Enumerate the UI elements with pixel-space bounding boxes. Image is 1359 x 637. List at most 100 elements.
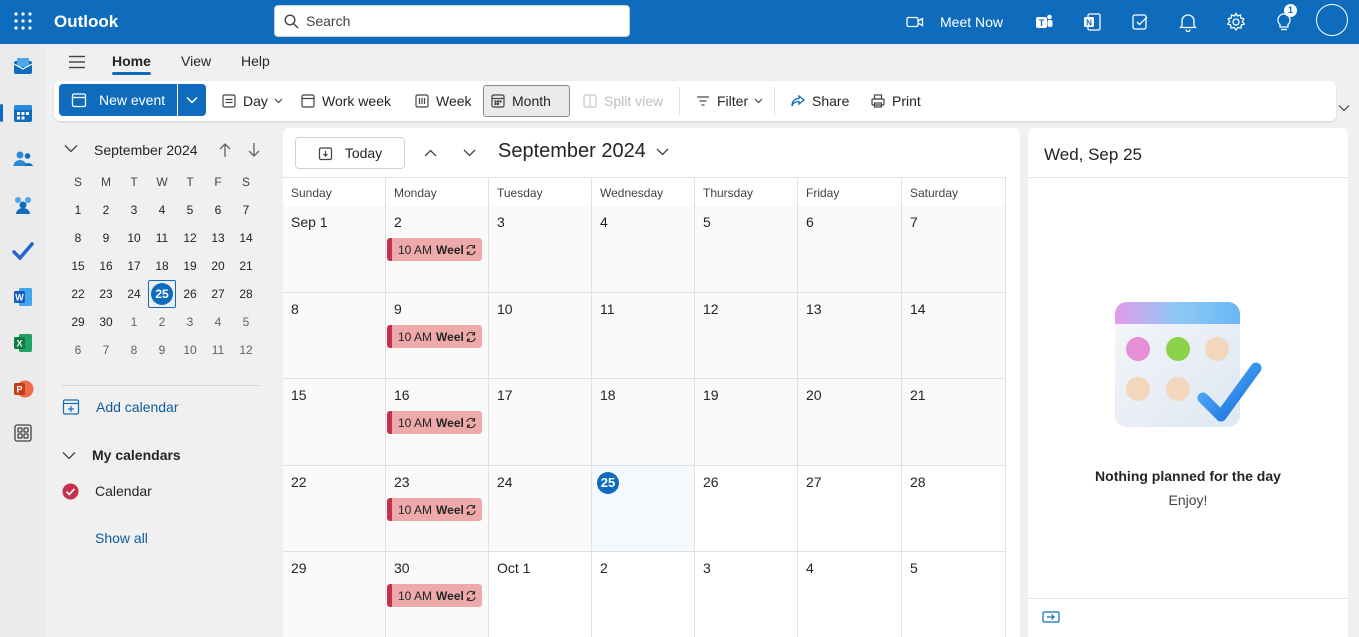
mini-calendar-day[interactable]: 9 [92, 224, 120, 252]
share-button[interactable]: Share [784, 85, 855, 117]
collapse-mini-calendar-chevron-icon[interactable] [64, 144, 78, 153]
day-view-button[interactable]: Day [215, 85, 289, 117]
mini-calendar-day[interactable]: 6 [204, 196, 232, 224]
calendar-event[interactable]: 10 AM Weel [387, 411, 482, 434]
mini-calendar-day[interactable]: 10 [120, 224, 148, 252]
calendar-day-cell[interactable]: 4 [798, 552, 902, 637]
mini-calendar-day[interactable]: 18 [148, 252, 176, 280]
week-view-button[interactable]: Week [408, 85, 478, 117]
calendar-day-cell[interactable]: 21 [902, 379, 1006, 466]
todo-icon[interactable] [8, 236, 38, 266]
meet-now-button[interactable]: Meet Now [900, 7, 1009, 37]
new-event-button[interactable]: New event [59, 84, 177, 116]
calendar-day-cell[interactable]: 5 [902, 552, 1006, 637]
mini-calendar-day[interactable]: 26 [176, 280, 204, 308]
calendar-day-cell[interactable]: 11 [592, 293, 695, 379]
calendar-event[interactable]: 10 AM Weel [387, 498, 482, 521]
teams-icon[interactable]: T [1029, 7, 1059, 37]
calendar-day-cell[interactable]: 22 [283, 466, 386, 552]
mini-calendar-day[interactable]: 14 [232, 224, 260, 252]
calendar-day-cell[interactable]: 23 10 AM Weel [386, 466, 489, 552]
month-view-button[interactable]: Month [483, 85, 570, 117]
mini-calendar-day[interactable]: 3 [176, 308, 204, 336]
filter-button[interactable]: Filter [689, 85, 769, 117]
tips-lightbulb-icon[interactable]: 1 [1269, 4, 1299, 37]
add-calendar-button[interactable]: Add calendar [62, 396, 179, 418]
calendar-day-cell[interactable]: 10 [489, 293, 592, 379]
calendar-day-cell[interactable]: 15 [283, 379, 386, 466]
search-input[interactable] [306, 6, 616, 36]
calendar-event[interactable]: 10 AM Weel [387, 238, 482, 261]
mini-calendar-month-label[interactable]: September 2024 [94, 142, 198, 158]
print-button[interactable]: Print [864, 85, 927, 117]
calendar-day-cell[interactable]: 4 [592, 206, 695, 293]
today-button[interactable]: Today [295, 137, 405, 169]
mini-calendar-day[interactable]: 15 [64, 252, 92, 280]
mini-calendar-day[interactable]: 29 [64, 308, 92, 336]
mini-calendar-day[interactable]: 17 [120, 252, 148, 280]
calendar-day-cell[interactable]: 29 [283, 552, 386, 637]
mini-calendar-day[interactable]: 8 [120, 336, 148, 364]
account-avatar[interactable] [1316, 4, 1348, 36]
calendar-day-cell-today[interactable]: 25 [592, 466, 695, 552]
onenote-icon[interactable]: N [1077, 7, 1107, 37]
mini-calendar-day[interactable]: 20 [204, 252, 232, 280]
mini-calendar-day[interactable]: 23 [92, 280, 120, 308]
calendar-day-cell[interactable]: 2 [592, 552, 695, 637]
mini-calendar-day[interactable]: 11 [148, 224, 176, 252]
excel-icon[interactable]: X [8, 328, 38, 358]
my-day-icon[interactable] [1125, 7, 1155, 37]
mini-calendar-day[interactable]: 21 [232, 252, 260, 280]
app-launcher-icon[interactable] [8, 6, 38, 36]
calendar-day-cell[interactable]: 17 [489, 379, 592, 466]
mini-calendar-day[interactable]: 8 [64, 224, 92, 252]
calendar-day-cell[interactable]: 26 [695, 466, 798, 552]
mini-calendar-day[interactable]: 5 [232, 308, 260, 336]
tab-help[interactable]: Help [241, 53, 270, 69]
my-calendars-group-header[interactable]: My calendars [62, 445, 181, 465]
calendar-day-cell[interactable]: 28 [902, 466, 1006, 552]
next-month-chevron-down-icon[interactable] [454, 138, 484, 168]
mini-calendar-day[interactable]: 6 [64, 336, 92, 364]
mini-calendar-day[interactable]: 1 [64, 196, 92, 224]
mini-calendar-today[interactable]: 25 [148, 280, 176, 308]
calendar-event[interactable]: 10 AM Weel [387, 584, 482, 607]
calendar-day-cell[interactable]: 3 [695, 552, 798, 637]
tab-home[interactable]: Home [112, 53, 151, 69]
calendar-day-cell[interactable]: 18 [592, 379, 695, 466]
mini-calendar-day[interactable]: 19 [176, 252, 204, 280]
calendar-day-cell[interactable]: 6 [798, 206, 902, 293]
hamburger-menu-icon[interactable] [62, 47, 92, 77]
checkmark-circle-icon[interactable] [62, 483, 79, 500]
calendar-day-cell[interactable]: 2 10 AM Weel [386, 206, 489, 293]
work-week-view-button[interactable]: Work week [294, 85, 397, 117]
calendar-event[interactable]: 10 AM Weel [387, 325, 482, 348]
app-title[interactable]: Outlook [54, 12, 118, 32]
groups-icon[interactable] [8, 190, 38, 220]
calendar-day-cell[interactable]: 7 [902, 206, 1006, 293]
calendar-day-cell[interactable]: 20 [798, 379, 902, 466]
mail-icon[interactable] [8, 52, 38, 82]
calendar-day-cell[interactable]: 24 [489, 466, 592, 552]
mini-calendar-day[interactable]: 3 [120, 196, 148, 224]
mini-calendar-day[interactable]: 10 [176, 336, 204, 364]
settings-gear-icon[interactable] [1221, 7, 1251, 37]
next-month-arrow-down-icon[interactable] [247, 142, 261, 158]
people-icon[interactable] [8, 144, 38, 174]
split-view-button[interactable]: Split view [576, 85, 669, 117]
mini-calendar-day[interactable]: 28 [232, 280, 260, 308]
mini-calendar-day[interactable]: 2 [92, 196, 120, 224]
mini-calendar-day[interactable]: 27 [204, 280, 232, 308]
mini-calendar-day[interactable]: 2 [148, 308, 176, 336]
mini-calendar-day[interactable]: 12 [232, 336, 260, 364]
new-event-dropdown-button[interactable] [178, 84, 206, 116]
more-apps-icon[interactable] [8, 418, 38, 448]
calendar-day-cell[interactable]: 5 [695, 206, 798, 293]
calendar-day-cell[interactable]: 8 [283, 293, 386, 379]
mini-calendar-day[interactable]: 5 [176, 196, 204, 224]
mini-calendar-day[interactable]: 16 [92, 252, 120, 280]
mini-calendar-day[interactable]: 9 [148, 336, 176, 364]
ribbon-expand-chevron-icon[interactable] [1338, 104, 1350, 112]
mini-calendar-day[interactable]: 7 [92, 336, 120, 364]
collapse-pane-icon[interactable] [1042, 610, 1060, 624]
